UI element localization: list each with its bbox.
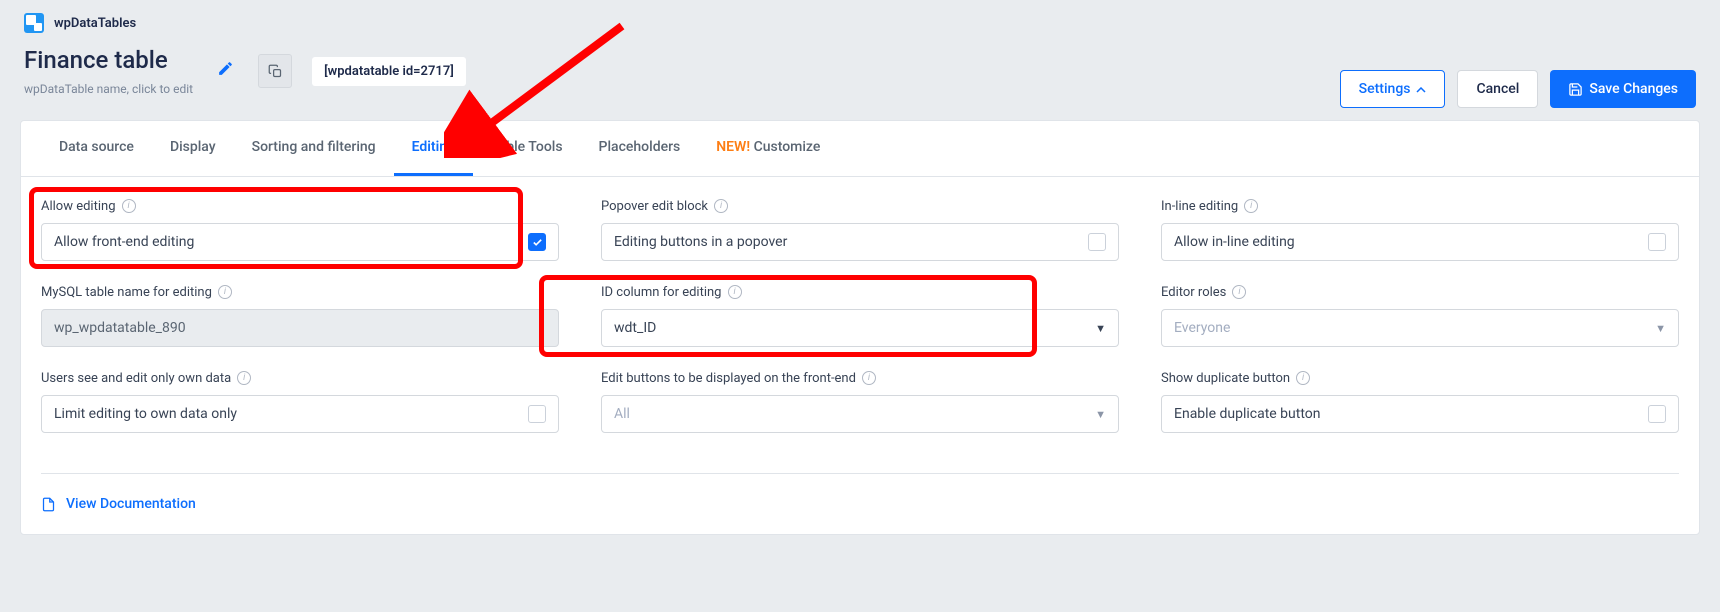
tab-placeholders[interactable]: Placeholders — [581, 121, 699, 176]
allow-editing-checkbox[interactable] — [528, 233, 546, 251]
edit-buttons-group: Edit buttons to be displayed on the fron… — [601, 371, 1119, 433]
info-icon[interactable]: i — [714, 199, 728, 213]
id-column-select[interactable]: wdt_ID ▼ — [601, 309, 1119, 347]
doc-link-label: View Documentation — [66, 496, 196, 512]
view-documentation-link[interactable]: View Documentation — [41, 496, 1679, 512]
edit-buttons-select[interactable]: All ▼ — [601, 395, 1119, 433]
id-column-value: wdt_ID — [614, 320, 656, 336]
id-column-group: ID column for editing i wdt_ID ▼ — [601, 285, 1119, 347]
info-icon[interactable]: i — [122, 199, 136, 213]
mysql-value: wp_wpdatatable_890 — [54, 320, 186, 336]
own-data-toggle[interactable]: Limit editing to own data only — [41, 395, 559, 433]
caret-down-icon: ▼ — [1095, 408, 1106, 421]
duplicate-toggle[interactable]: Enable duplicate button — [1161, 395, 1679, 433]
chevron-up-icon — [1416, 82, 1426, 96]
page-title-hint: wpDataTable name, click to edit — [24, 82, 193, 96]
inline-label: In-line editing — [1161, 200, 1238, 213]
caret-down-icon: ▼ — [1655, 322, 1666, 335]
brand-logo — [24, 13, 44, 33]
cancel-label: Cancel — [1476, 81, 1519, 97]
allow-editing-label: Allow editing — [41, 200, 116, 213]
inline-checkbox[interactable] — [1648, 233, 1666, 251]
cancel-button[interactable]: Cancel — [1457, 70, 1538, 108]
save-button[interactable]: Save Changes — [1550, 70, 1696, 108]
customize-label: Customize — [754, 139, 821, 155]
brand-name: wpDataTables — [54, 16, 136, 31]
caret-down-icon: ▼ — [1095, 322, 1106, 335]
settings-label: Settings — [1359, 81, 1411, 97]
own-data-group: Users see and edit only own data i Limit… — [41, 371, 559, 433]
tab-sorting[interactable]: Sorting and filtering — [234, 121, 394, 176]
shortcode-display: [wpdatatable id=2717] — [312, 57, 466, 86]
popover-checkbox[interactable] — [1088, 233, 1106, 251]
allow-editing-value: Allow front-end editing — [54, 234, 194, 250]
allow-editing-toggle[interactable]: Allow front-end editing — [41, 223, 559, 261]
edit-title-icon[interactable] — [213, 56, 238, 86]
tabs: Data source Display Sorting and filterin… — [21, 121, 1699, 177]
inline-toggle[interactable]: Allow in-line editing — [1161, 223, 1679, 261]
tab-editing[interactable]: Editing — [394, 121, 473, 176]
popover-label: Popover edit block — [601, 200, 708, 213]
info-icon[interactable]: i — [1244, 199, 1258, 213]
copy-shortcode-button[interactable] — [258, 54, 292, 88]
save-label: Save Changes — [1589, 81, 1678, 97]
page-title[interactable]: Finance table — [24, 46, 193, 74]
info-icon[interactable]: i — [1296, 371, 1310, 385]
id-column-label: ID column for editing — [601, 286, 722, 299]
own-data-value: Limit editing to own data only — [54, 406, 237, 422]
settings-button[interactable]: Settings — [1340, 70, 1446, 108]
duplicate-group: Show duplicate button i Enable duplicate… — [1161, 371, 1679, 433]
tab-display[interactable]: Display — [152, 121, 234, 176]
mysql-group: MySQL table name for editing i wp_wpdata… — [41, 285, 559, 347]
duplicate-checkbox[interactable] — [1648, 405, 1666, 423]
popover-group: Popover edit block i Editing buttons in … — [601, 199, 1119, 261]
info-icon[interactable]: i — [728, 285, 742, 299]
edit-buttons-label: Edit buttons to be displayed on the fron… — [601, 372, 856, 385]
allow-editing-group: Allow editing i Allow front-end editing — [41, 199, 559, 261]
popover-value: Editing buttons in a popover — [614, 234, 787, 250]
editor-roles-group: Editor roles i Everyone ▼ — [1161, 285, 1679, 347]
duplicate-label: Show duplicate button — [1161, 372, 1290, 385]
mysql-input: wp_wpdatatable_890 — [41, 309, 559, 347]
tab-customize[interactable]: NEW! Customize — [698, 121, 838, 176]
edit-buttons-value: All — [614, 406, 630, 422]
info-icon[interactable]: i — [862, 371, 876, 385]
info-icon[interactable]: i — [1232, 285, 1246, 299]
popover-toggle[interactable]: Editing buttons in a popover — [601, 223, 1119, 261]
document-icon — [41, 497, 56, 512]
tab-data-source[interactable]: Data source — [41, 121, 152, 176]
inline-group: In-line editing i Allow in-line editing — [1161, 199, 1679, 261]
editor-roles-select[interactable]: Everyone ▼ — [1161, 309, 1679, 347]
own-data-label: Users see and edit only own data — [41, 372, 231, 385]
mysql-label: MySQL table name for editing — [41, 286, 212, 299]
info-icon[interactable]: i — [218, 285, 232, 299]
save-icon — [1568, 82, 1583, 97]
duplicate-value: Enable duplicate button — [1174, 406, 1321, 422]
inline-value: Allow in-line editing — [1174, 234, 1295, 250]
tab-table-tools[interactable]: Table Tools — [473, 121, 581, 176]
info-icon[interactable]: i — [237, 371, 251, 385]
new-badge: NEW! — [716, 139, 750, 155]
own-data-checkbox[interactable] — [528, 405, 546, 423]
editor-roles-label: Editor roles — [1161, 286, 1226, 299]
editor-roles-value: Everyone — [1174, 320, 1230, 336]
